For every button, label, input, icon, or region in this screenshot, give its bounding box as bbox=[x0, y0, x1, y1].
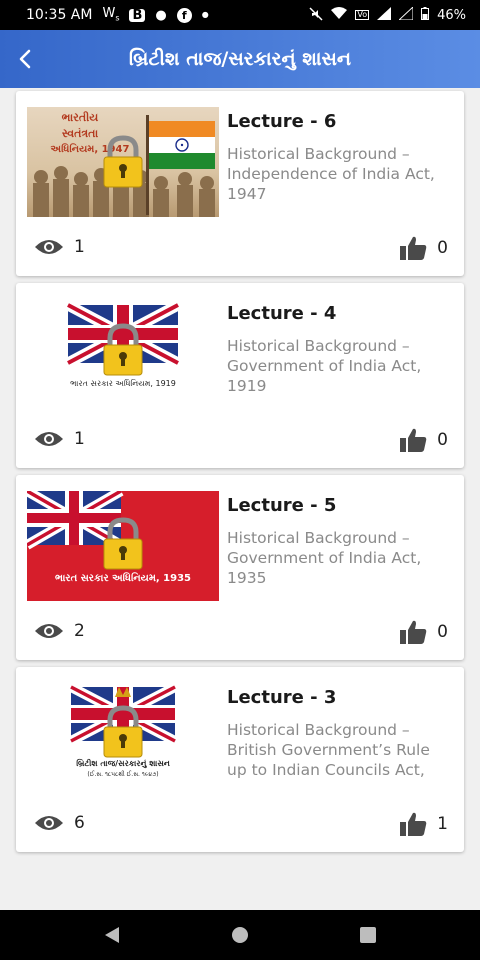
dot-icon: ● bbox=[201, 10, 209, 19]
lecture-card[interactable]: ભારત સરકાર અધિનિયમ, 1919 Lecture - 4 His… bbox=[16, 283, 464, 468]
signal-icon bbox=[377, 7, 392, 23]
nav-recents-button[interactable] bbox=[354, 921, 382, 949]
lecture-title: Lecture - 4 bbox=[227, 303, 337, 324]
views-counter: 2 bbox=[34, 621, 85, 641]
lecture-list[interactable]: ભારતીય સ્વતંત્રતા અધિનિયમ, 1947 Lecture … bbox=[0, 88, 480, 910]
lecture-card[interactable]: ભારતીય સ્વતંત્રતા અધિનિયમ, 1947 Lecture … bbox=[16, 91, 464, 276]
lecture-card[interactable]: બ્રિટીશ તાજ/સરકારનું શાસન (ઈ.સ. ૧૮૫૮થી ઈ… bbox=[16, 667, 464, 852]
lecture-title: Lecture - 3 bbox=[227, 687, 337, 708]
thumbs-up-icon bbox=[400, 812, 427, 836]
thumbnail-text: ભારત સરકાર અધિનિયમ, 1919 bbox=[70, 379, 176, 388]
views-counter: 6 bbox=[34, 813, 85, 833]
status-bar: 10:35 AM Ws B ● f ● Vo 46% bbox=[0, 0, 480, 30]
views-counter: 1 bbox=[34, 237, 85, 257]
nav-back-button[interactable] bbox=[98, 921, 126, 949]
lecture-thumbnail: બ્રિટીશ તાજ/સરકારનું શાસન (ઈ.સ. ૧૮૫૮થી ઈ… bbox=[27, 683, 219, 793]
lock-icon bbox=[103, 323, 143, 376]
eye-icon bbox=[35, 624, 63, 638]
like-button[interactable]: 0 bbox=[399, 427, 448, 453]
nav-home-icon bbox=[232, 927, 248, 943]
circle-icon: ● bbox=[155, 7, 167, 23]
system-nav-bar bbox=[0, 910, 480, 960]
like-button[interactable]: 0 bbox=[399, 235, 448, 261]
lecture-thumbnail: ભારત સરકાર અધિનિયમ, 1935 bbox=[27, 491, 219, 601]
lecture-thumbnail: ભારતીય સ્વતંત્રતા અધિનિયમ, 1947 bbox=[27, 107, 219, 217]
lecture-title: Lecture - 5 bbox=[227, 495, 337, 516]
app-bar: બ્રિટીશ તાજ/સરકારનું શાસન bbox=[0, 30, 480, 88]
thumbs-up-icon bbox=[400, 428, 427, 452]
likes-count: 0 bbox=[437, 238, 448, 258]
status-time: 10:35 AM bbox=[26, 7, 93, 23]
thumbnail-text: ભારતીય bbox=[61, 111, 99, 124]
views-count: 6 bbox=[74, 813, 85, 833]
lecture-card[interactable]: ભારત સરકાર અધિનિયમ, 1935 Lecture - 5 His… bbox=[16, 475, 464, 660]
signal-empty-icon bbox=[397, 5, 414, 23]
back-arrow-icon bbox=[19, 49, 31, 69]
lock-icon bbox=[103, 517, 143, 570]
nav-recents-icon bbox=[360, 927, 376, 943]
facebook-icon: f bbox=[176, 7, 192, 23]
lock-icon bbox=[103, 135, 143, 188]
back-button[interactable] bbox=[0, 30, 50, 88]
eye-icon bbox=[35, 432, 63, 446]
like-button[interactable]: 0 bbox=[399, 619, 448, 645]
thumbnail-text: ભારત સરકાર અધિનિયમ, 1935 bbox=[54, 573, 192, 584]
lecture-description: Historical Background – Independence of … bbox=[227, 145, 435, 203]
lecture-description: Historical Background – British Governme… bbox=[227, 721, 430, 779]
thumbs-up-icon bbox=[400, 620, 427, 644]
whatsapp-icon: Ws bbox=[102, 6, 120, 23]
mute-icon bbox=[309, 6, 323, 24]
like-button[interactable]: 1 bbox=[399, 811, 448, 837]
likes-count: 0 bbox=[437, 622, 448, 642]
views-count: 2 bbox=[74, 621, 85, 641]
battery-icon bbox=[421, 7, 430, 23]
page-title: બ્રિટીશ તાજ/સરકારનું શાસન bbox=[128, 48, 352, 70]
views-count: 1 bbox=[74, 429, 85, 449]
thumbnail-text: બ્રિટીશ તાજ/સરકારનું શાસન bbox=[76, 759, 170, 768]
views-count: 1 bbox=[74, 237, 85, 257]
lock-icon bbox=[103, 705, 143, 758]
lecture-thumbnail: ભારત સરકાર અધિનિયમ, 1919 bbox=[27, 299, 219, 409]
wifi-icon bbox=[331, 7, 348, 23]
views-counter: 1 bbox=[34, 429, 85, 449]
likes-count: 0 bbox=[437, 430, 448, 450]
lecture-title: Lecture - 6 bbox=[227, 111, 337, 132]
volte-icon: Vo bbox=[355, 10, 370, 20]
eye-icon bbox=[35, 240, 63, 254]
eye-icon bbox=[35, 816, 63, 830]
app-b-icon: B bbox=[129, 8, 146, 22]
lecture-description: Historical Background – Government of In… bbox=[227, 529, 422, 587]
thumbs-up-icon bbox=[400, 236, 427, 260]
battery-percent: 46% bbox=[437, 7, 466, 23]
likes-count: 1 bbox=[437, 814, 448, 834]
nav-home-button[interactable] bbox=[226, 921, 254, 949]
nav-back-icon bbox=[105, 927, 119, 943]
thumbnail-text: (ઈ.સ. ૧૮૫૮થી ઈ.સ. ૧૯૪૭) bbox=[87, 771, 159, 778]
lecture-description: Historical Background – Government of In… bbox=[227, 337, 422, 395]
